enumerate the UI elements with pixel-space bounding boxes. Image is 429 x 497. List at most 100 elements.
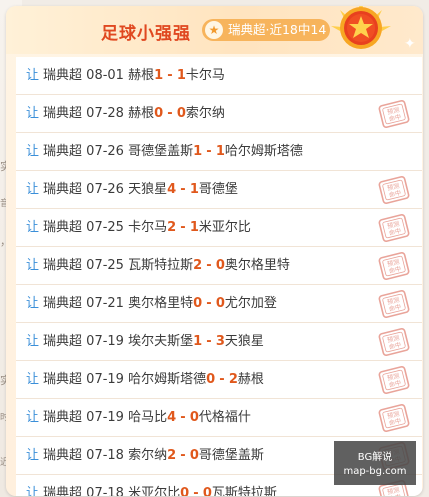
handicap-label: 让 bbox=[26, 68, 40, 83]
away-team: 代格福什 bbox=[198, 410, 251, 425]
match-date: 07-18 bbox=[86, 486, 124, 496]
home-score: 0 bbox=[154, 106, 164, 121]
match-list: 让瑞典超 08-01 赫根1 - 1卡尔马 让瑞典超 07-28 赫根0 - 0… bbox=[16, 57, 422, 496]
match-row[interactable]: 让瑞典超 07-26 天狼星4 - 1哥德堡 预测 命中 bbox=[16, 171, 422, 209]
away-team: 赫根 bbox=[237, 372, 264, 387]
score-separator: - bbox=[180, 410, 186, 425]
match-date: 07-25 bbox=[86, 220, 124, 235]
away-team: 哈尔姆斯塔德 bbox=[224, 144, 303, 159]
match-row[interactable]: 让瑞典超 07-19 哈马比4 - 0代格福什 预测 命中 bbox=[16, 399, 422, 437]
away-score: 2 bbox=[228, 372, 238, 387]
away-score: 0 bbox=[189, 410, 199, 425]
prediction-hit-stamp: 预测 命中 bbox=[378, 365, 410, 395]
match-date: 08-01 bbox=[86, 68, 124, 83]
league-name: 瑞典超 bbox=[43, 258, 83, 273]
home-team: 埃尔夫斯堡 bbox=[128, 334, 194, 349]
match-row[interactable]: 让瑞典超 07-21 奥尔格里特0 - 0尤尔加登 预测 命中 bbox=[16, 285, 422, 323]
handicap-label: 让 bbox=[26, 448, 40, 463]
match-row[interactable]: 让瑞典超 07-26 哥德堡盖斯1 - 1哈尔姆斯塔德 bbox=[16, 133, 422, 171]
score-separator: - bbox=[167, 106, 173, 121]
handicap-label: 让 bbox=[26, 372, 40, 387]
away-team: 尤尔加登 bbox=[224, 296, 277, 311]
match-text: 让瑞典超 07-19 埃尔夫斯堡1 - 3天狼星 bbox=[26, 323, 264, 360]
match-text: 让瑞典超 08-01 赫根1 - 1卡尔马 bbox=[26, 57, 225, 94]
home-score: 4 bbox=[167, 182, 177, 197]
handicap-label: 让 bbox=[26, 144, 40, 159]
away-team: 奥尔格里特 bbox=[224, 258, 290, 273]
away-team: 哥德堡 bbox=[198, 182, 238, 197]
match-date: 07-18 bbox=[86, 448, 124, 463]
away-team: 天狼星 bbox=[224, 334, 264, 349]
match-row[interactable]: 让瑞典超 07-28 赫根0 - 0索尔纳 预测 命中 bbox=[16, 95, 422, 133]
match-text: 让瑞典超 07-25 卡尔马2 - 1米亚尔比 bbox=[26, 209, 251, 246]
match-date: 07-26 bbox=[86, 144, 124, 159]
match-row[interactable]: 让瑞典超 07-19 埃尔夫斯堡1 - 3天狼星 预测 命中 bbox=[16, 323, 422, 361]
handicap-label: 让 bbox=[26, 258, 40, 273]
handicap-label: 让 bbox=[26, 334, 40, 349]
home-score: 2 bbox=[167, 448, 177, 463]
away-team: 索尔纳 bbox=[185, 106, 225, 121]
record-tag-label: 瑞典超·近18中14 bbox=[228, 22, 327, 37]
home-team: 赫根 bbox=[128, 106, 155, 121]
match-text: 让瑞典超 07-26 哥德堡盖斯1 - 1哈尔姆斯塔德 bbox=[26, 133, 303, 170]
match-date: 07-19 bbox=[86, 410, 124, 425]
league-name: 瑞典超 bbox=[43, 220, 83, 235]
match-text: 让瑞典超 07-28 赫根0 - 0索尔纳 bbox=[26, 95, 225, 132]
match-date: 07-25 bbox=[86, 258, 124, 273]
home-team: 哈马比 bbox=[128, 410, 168, 425]
prediction-hit-stamp: 预测 命中 bbox=[378, 251, 410, 281]
score-separator: - bbox=[180, 448, 186, 463]
watermark-line-2: map-bg.com bbox=[343, 466, 407, 477]
score-separator: - bbox=[206, 258, 212, 273]
away-team: 瓦斯特拉斯 bbox=[211, 486, 277, 496]
home-team: 天狼星 bbox=[128, 182, 168, 197]
home-team: 赫根 bbox=[128, 68, 155, 83]
handicap-label: 让 bbox=[26, 296, 40, 311]
away-team: 米亚尔比 bbox=[198, 220, 251, 235]
home-team: 米亚尔比 bbox=[128, 486, 181, 496]
score-separator: - bbox=[206, 144, 212, 159]
home-score: 1 bbox=[193, 144, 203, 159]
expert-name[interactable]: 足球小强强 bbox=[101, 19, 191, 44]
away-team: 卡尔马 bbox=[185, 68, 225, 83]
match-row[interactable]: 让瑞典超 08-01 赫根1 - 1卡尔马 bbox=[16, 57, 422, 95]
league-name: 瑞典超 bbox=[43, 68, 83, 83]
home-team: 瓦斯特拉斯 bbox=[128, 258, 194, 273]
league-name: 瑞典超 bbox=[43, 296, 83, 311]
league-name: 瑞典超 bbox=[43, 144, 83, 159]
home-score: 2 bbox=[167, 220, 177, 235]
match-date: 07-19 bbox=[86, 372, 124, 387]
match-row[interactable]: 让瑞典超 07-25 卡尔马2 - 1米亚尔比 预测 命中 bbox=[16, 209, 422, 247]
watermark-line-1: BG解说 bbox=[357, 452, 393, 463]
away-score: 0 bbox=[189, 448, 199, 463]
home-score: 1 bbox=[193, 334, 203, 349]
home-team: 奥尔格里特 bbox=[128, 296, 194, 311]
handicap-label: 让 bbox=[26, 410, 40, 425]
match-row[interactable]: 让瑞典超 07-25 瓦斯特拉斯2 - 0奥尔格里特 预测 命中 bbox=[16, 247, 422, 285]
match-date: 07-28 bbox=[86, 106, 124, 121]
match-text: 让瑞典超 07-25 瓦斯特拉斯2 - 0奥尔格里特 bbox=[26, 247, 290, 284]
match-date: 07-19 bbox=[86, 334, 124, 349]
league-name: 瑞典超 bbox=[43, 410, 83, 425]
league-name: 瑞典超 bbox=[43, 182, 83, 197]
league-name: 瑞典超 bbox=[43, 372, 83, 387]
away-score: 1 bbox=[176, 68, 186, 83]
match-text: 让瑞典超 07-18 索尔纳2 - 0哥德堡盖斯 bbox=[26, 437, 264, 474]
home-team: 哥德堡盖斯 bbox=[128, 144, 194, 159]
prediction-hit-stamp: 预测 命中 bbox=[378, 175, 410, 205]
score-separator: - bbox=[206, 334, 212, 349]
score-separator: - bbox=[180, 182, 186, 197]
score-separator: - bbox=[219, 372, 225, 387]
away-score: 1 bbox=[215, 144, 225, 159]
site-watermark: BG解说 map-bg.com bbox=[334, 441, 416, 485]
star-icon: ★ bbox=[205, 21, 223, 39]
record-tag: ★ 瑞典超·近18中14 bbox=[202, 19, 330, 41]
away-score: 0 bbox=[176, 106, 186, 121]
match-text: 让瑞典超 07-18 米亚尔比0 - 0瓦斯特拉斯 bbox=[26, 475, 277, 496]
away-score: 3 bbox=[215, 334, 225, 349]
match-row[interactable]: 让瑞典超 07-19 哈尔姆斯塔德0 - 2赫根 预测 命中 bbox=[16, 361, 422, 399]
home-score: 4 bbox=[167, 410, 177, 425]
league-name: 瑞典超 bbox=[43, 106, 83, 121]
league-name: 瑞典超 bbox=[43, 334, 83, 349]
league-name: 瑞典超 bbox=[43, 486, 83, 496]
